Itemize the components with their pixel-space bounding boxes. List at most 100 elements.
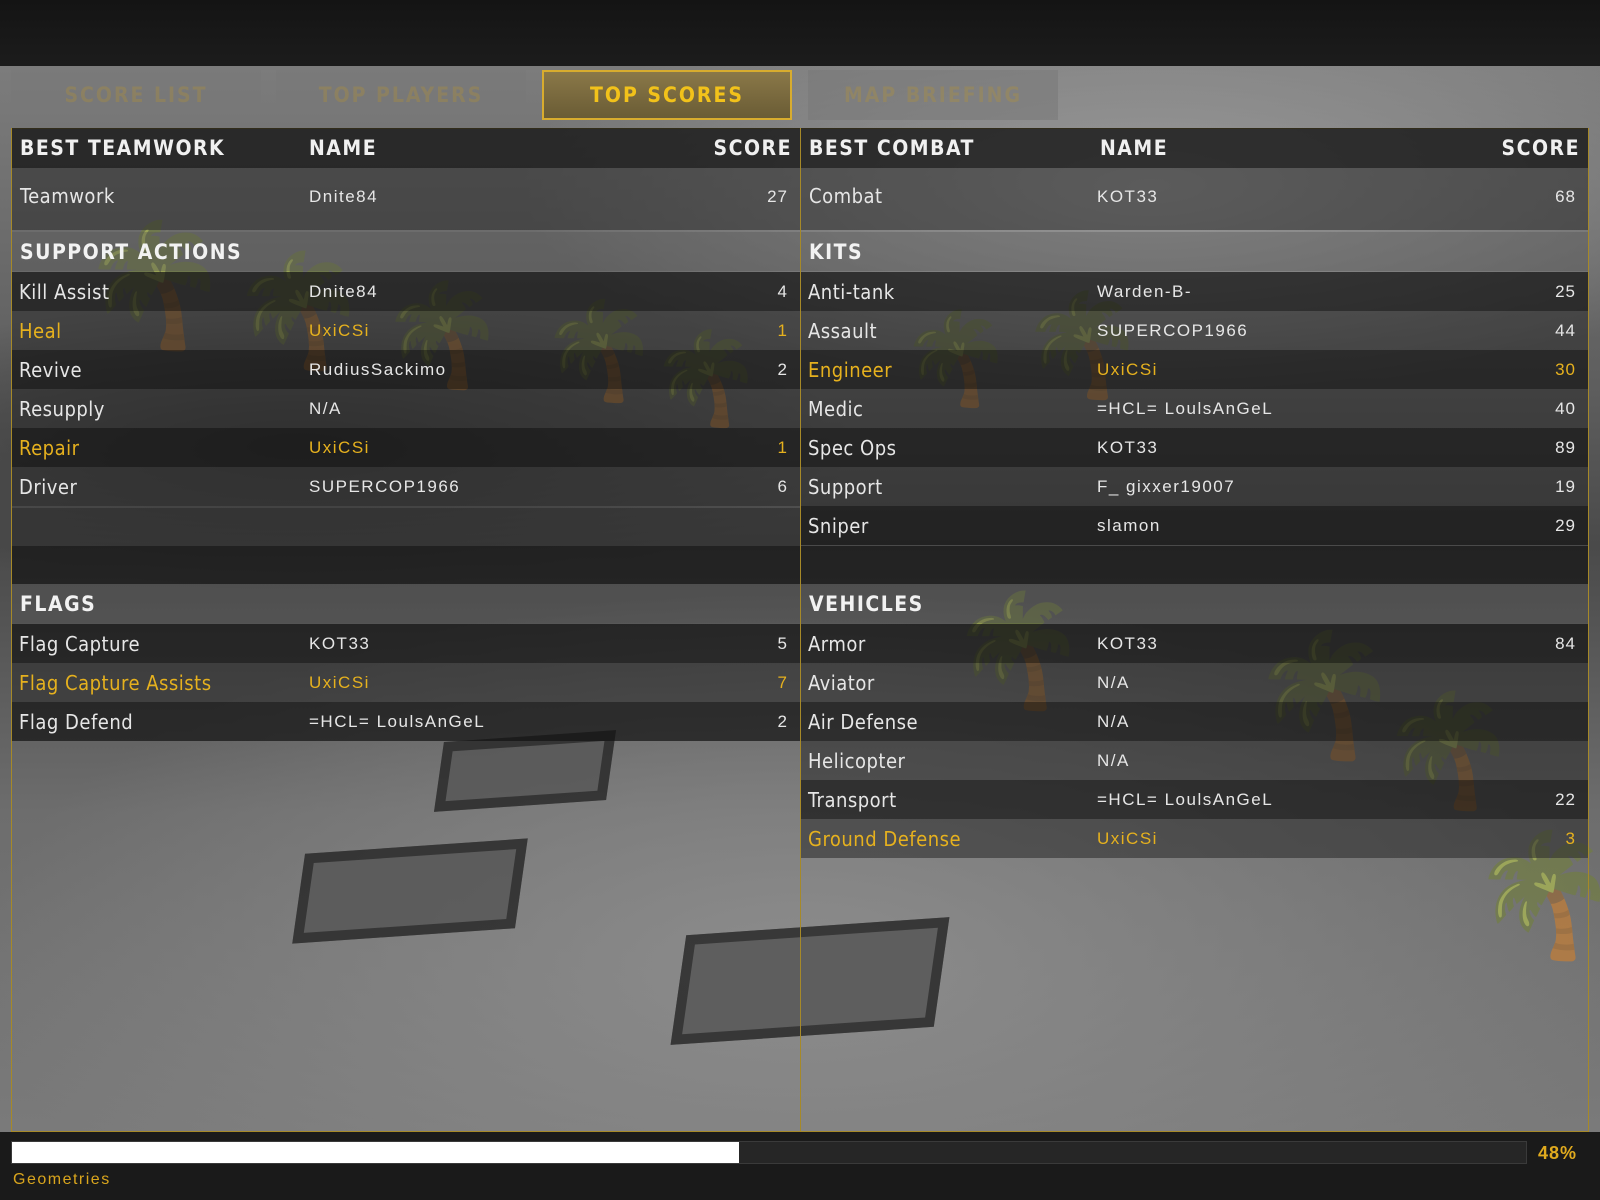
stat-row: Engineer UxiCSi 30 bbox=[801, 350, 1588, 389]
loading-progress-fill bbox=[12, 1142, 739, 1163]
section-title: KITS bbox=[809, 239, 864, 264]
row-score: 2 bbox=[777, 711, 788, 731]
row-label: Spec Ops bbox=[808, 435, 897, 460]
left-header-row: BEST TEAMWORK NAME SCORE bbox=[12, 128, 800, 168]
row-score: 6 bbox=[777, 476, 788, 496]
row-name: SUPERCOP1966 bbox=[1097, 320, 1249, 340]
row-score: 68 bbox=[1555, 187, 1576, 206]
category-header: BEST TEAMWORK bbox=[20, 136, 226, 160]
stat-row: Helicopter N/A bbox=[801, 741, 1588, 780]
row-score: 84 bbox=[1555, 633, 1576, 653]
name-header: NAME bbox=[1100, 136, 1169, 160]
row-label: Assault bbox=[808, 318, 878, 343]
row-name: UxiCSi bbox=[1097, 359, 1158, 379]
right-header-row: BEST COMBAT NAME SCORE bbox=[801, 128, 1588, 168]
vehicles-section: VEHICLES bbox=[801, 584, 1588, 623]
row-label: Flag Defend bbox=[19, 709, 134, 734]
stat-row: Medic =HCL= LoulsAnGeL 40 bbox=[801, 389, 1588, 428]
stat-row: Revive RudiusSackimo 2 bbox=[12, 350, 800, 389]
row-name: KOT33 bbox=[1097, 633, 1159, 653]
row-score: 3 bbox=[1565, 828, 1576, 848]
stat-row: Spec Ops KOT33 89 bbox=[801, 428, 1588, 467]
tab-map-briefing[interactable]: MAP BRIEFING bbox=[808, 70, 1058, 120]
stat-row: Flag Defend =HCL= LoulsAnGeL 2 bbox=[12, 702, 800, 741]
spacer-row bbox=[801, 546, 1588, 584]
row-name: N/A bbox=[1097, 672, 1130, 692]
section-title: SUPPORT ACTIONS bbox=[20, 239, 243, 264]
tab-label: MAP BRIEFING bbox=[844, 83, 1022, 107]
spacer-row bbox=[12, 508, 800, 546]
row-score: 40 bbox=[1555, 398, 1576, 418]
row-name: SUPERCOP1966 bbox=[309, 476, 461, 496]
row-name: RudiusSackimo bbox=[309, 359, 447, 379]
row-score: 2 bbox=[777, 359, 788, 379]
row-label: Repair bbox=[19, 435, 80, 460]
row-label: Transport bbox=[808, 787, 897, 812]
row-label: Anti-tank bbox=[808, 279, 895, 304]
row-name: KOT33 bbox=[1097, 187, 1159, 206]
stat-row: Repair UxiCSi 1 bbox=[12, 428, 800, 467]
row-name: =HCL= LoulsAnGeL bbox=[1097, 398, 1274, 418]
stat-row: Assault SUPERCOP1966 44 bbox=[801, 311, 1588, 350]
row-label: Revive bbox=[19, 357, 83, 382]
stat-row: Air Defense N/A bbox=[801, 702, 1588, 741]
section-title: VEHICLES bbox=[809, 591, 924, 616]
row-name: UxiCSi bbox=[309, 437, 370, 457]
tab-label: SCORE LIST bbox=[64, 83, 208, 107]
row-score: 44 bbox=[1555, 320, 1576, 340]
row-label: Ground Defense bbox=[808, 826, 962, 851]
row-label: Flag Capture bbox=[19, 631, 141, 656]
stat-row: Ground Defense UxiCSi 3 bbox=[801, 819, 1588, 858]
row-label: Armor bbox=[808, 631, 866, 656]
stat-row: Sniper slamon 29 bbox=[801, 506, 1588, 545]
row-name: F_ gixxer19007 bbox=[1097, 476, 1236, 496]
row-score: 5 bbox=[777, 633, 788, 653]
stat-row: Support F_ gixxer19007 19 bbox=[801, 467, 1588, 506]
row-score: 19 bbox=[1555, 476, 1576, 496]
row-name: UxiCSi bbox=[309, 672, 370, 692]
stat-row: Anti-tank Warden-B- 25 bbox=[801, 272, 1588, 311]
stat-row: Heal UxiCSi 1 bbox=[12, 311, 800, 350]
name-header: NAME bbox=[309, 136, 378, 160]
row-score: 25 bbox=[1555, 281, 1576, 301]
row-label: Combat bbox=[809, 184, 883, 208]
row-label: Air Defense bbox=[808, 709, 919, 734]
row-score: 30 bbox=[1555, 359, 1576, 379]
row-score: 4 bbox=[777, 281, 788, 301]
row-name: N/A bbox=[1097, 711, 1130, 731]
row-label: Flag Capture Assists bbox=[19, 670, 212, 695]
kits-section: KITS bbox=[801, 232, 1588, 271]
row-name: =HCL= LoulsAnGeL bbox=[1097, 789, 1274, 809]
tab-score-list[interactable]: SCORE LIST bbox=[11, 70, 261, 120]
row-name: slamon bbox=[1097, 515, 1161, 535]
loading-progress-bar bbox=[11, 1141, 1527, 1164]
row-name: KOT33 bbox=[309, 633, 371, 653]
tab-top-players[interactable]: TOP PLAYERS bbox=[276, 70, 526, 120]
row-name: =HCL= LoulsAnGeL bbox=[309, 711, 486, 731]
row-label: Heal bbox=[19, 318, 62, 343]
row-name: UxiCSi bbox=[309, 320, 370, 340]
row-score: 22 bbox=[1555, 789, 1576, 809]
teamwork-row: Teamwork Dnite84 27 bbox=[12, 168, 800, 230]
loading-status: Geometries bbox=[13, 1171, 111, 1188]
stat-row: Flag Capture Assists UxiCSi 7 bbox=[12, 663, 800, 702]
score-header: SCORE bbox=[713, 136, 792, 160]
row-label: Sniper bbox=[808, 513, 869, 538]
loading-percent: 48% bbox=[1538, 1142, 1578, 1163]
tab-top-scores[interactable]: TOP SCORES bbox=[542, 70, 792, 120]
tab-label: TOP PLAYERS bbox=[318, 83, 484, 107]
support-actions-section: SUPPORT ACTIONS bbox=[12, 232, 800, 271]
row-score: 7 bbox=[777, 672, 788, 692]
scoreboard-screen: 🌴 🌴 🌴 🌴 🌴 🌴 🌴 🌴 🌴 🌴 🌴 SCORE LIST TOP PLA… bbox=[0, 0, 1600, 1200]
stat-row: Flag Capture KOT33 5 bbox=[12, 624, 800, 663]
row-label: Aviator bbox=[808, 670, 875, 695]
row-name: UxiCSi bbox=[1097, 828, 1158, 848]
stat-row: Armor KOT33 84 bbox=[801, 624, 1588, 663]
section-title: FLAGS bbox=[20, 591, 97, 616]
spacer-row bbox=[12, 546, 800, 584]
stat-row: Aviator N/A bbox=[801, 663, 1588, 702]
row-name: N/A bbox=[309, 398, 342, 418]
row-name: Dnite84 bbox=[309, 187, 379, 206]
row-score: 1 bbox=[777, 320, 788, 340]
stat-row: Transport =HCL= LoulsAnGeL 22 bbox=[801, 780, 1588, 819]
